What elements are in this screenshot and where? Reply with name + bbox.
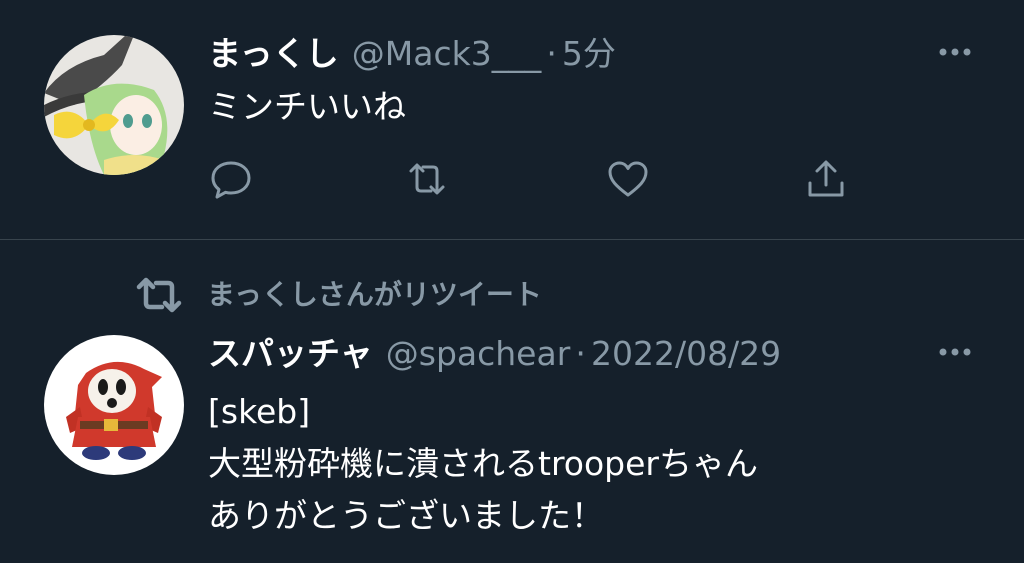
avatar[interactable] xyxy=(44,35,184,175)
avatar[interactable] xyxy=(44,335,184,475)
more-horizontal-icon[interactable] xyxy=(935,342,975,362)
user-handle[interactable]: @Mack3___ xyxy=(352,34,541,73)
retweet-icon[interactable] xyxy=(405,157,449,201)
tweet-text-line: ありがとうございました！ xyxy=(208,496,604,535)
separator: · xyxy=(546,34,557,73)
tweet-text-line: ミンチいいね xyxy=(208,87,406,126)
share-icon[interactable] xyxy=(804,157,848,201)
tweet-text-line: [skeb] xyxy=(208,392,311,431)
tweet-text: [skeb] 大型粉砕機に潰されるtrooperちゃん ありがとうございました！ xyxy=(208,386,758,542)
display-name[interactable]: スパッチャ xyxy=(208,334,373,373)
heart-icon[interactable] xyxy=(606,157,650,201)
tweet-text: ミンチいいね xyxy=(208,85,406,129)
user-handle[interactable]: @spachear xyxy=(386,334,571,373)
timestamp[interactable]: 2022/08/29 xyxy=(591,334,781,373)
tweet-text-line: 大型粉砕機に潰されるtrooperちゃん xyxy=(208,444,758,483)
reply-icon[interactable] xyxy=(209,157,253,201)
more-horizontal-icon[interactable] xyxy=(935,42,975,62)
display-name[interactable]: まっくし xyxy=(208,34,339,73)
timestamp[interactable]: 5分 xyxy=(562,34,616,73)
tweet[interactable]: まっくし @Mack3___ · 5分 ミンチいいね xyxy=(0,0,1024,239)
separator: · xyxy=(575,334,586,373)
tweet[interactable]: スパッチャ @spachear · 2022/08/29 [skeb] 大型粉砕… xyxy=(0,240,1024,563)
